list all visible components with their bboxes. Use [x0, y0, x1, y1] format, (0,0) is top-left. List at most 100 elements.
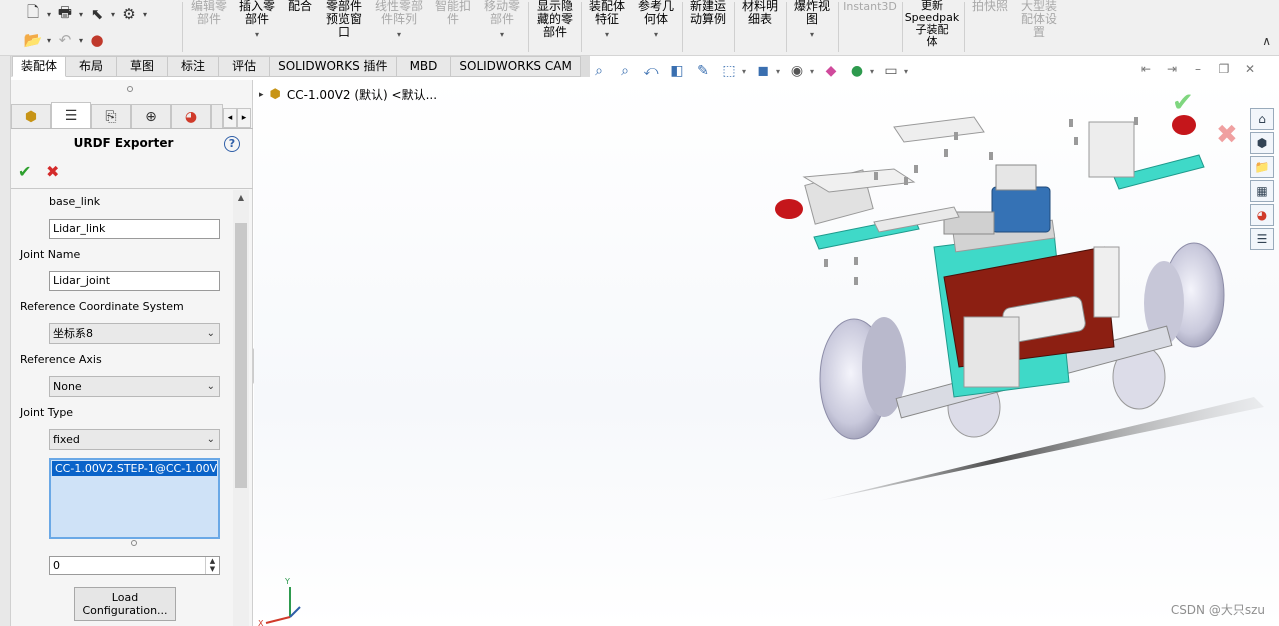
assembly-features-button[interactable]: 装配体 特征 ▾ [585, 0, 629, 54]
chevron-down-icon[interactable]: ▾ [742, 67, 750, 76]
options-gear-icon[interactable]: ⚙ [118, 4, 140, 24]
chevron-down-icon[interactable]: ▾ [904, 67, 912, 76]
chevron-down-icon[interactable]: ▾ [140, 10, 150, 19]
close-icon[interactable]: ✕ [1241, 62, 1259, 80]
collapse-left-icon[interactable]: ⇤ [1137, 62, 1155, 80]
chevron-down-icon[interactable]: ▾ [44, 36, 54, 45]
reference-axis-label: Reference Axis [20, 353, 102, 366]
chevron-down-icon[interactable]: ▾ [776, 67, 784, 76]
chevron-down-icon[interactable]: ▾ [44, 10, 54, 19]
chevron-down-icon[interactable]: ▾ [870, 67, 878, 76]
chevron-down-icon[interactable]: ▾ [605, 28, 609, 41]
confirm-corner-check-icon[interactable]: ✔ [1172, 88, 1194, 118]
print-icon[interactable]: 🖶 [54, 3, 76, 24]
cancel-x-icon[interactable]: ✖ [46, 162, 59, 181]
tab-markup[interactable]: 标注 [168, 56, 220, 77]
large-assembly-settings-button[interactable]: 大型装 配体设 置 [1016, 0, 1062, 54]
feature-manager-tab[interactable]: ⬢ [11, 104, 51, 128]
joint-name-field[interactable]: Lidar_joint [49, 271, 220, 291]
home-icon[interactable]: ⌂ [1250, 108, 1274, 130]
take-snapshot-button[interactable]: 拍快照 [968, 0, 1012, 54]
reference-geometry-button[interactable]: 参考几 何体 ▾ [634, 0, 678, 54]
chevron-down-icon[interactable]: ▾ [76, 36, 86, 45]
chevron-down-icon[interactable]: ▾ [76, 10, 86, 19]
scrollbar-thumb[interactable] [235, 223, 247, 488]
tab-addins[interactable]: SOLIDWORKS 插件 [270, 56, 397, 77]
collapse-ribbon-icon[interactable]: ∧ [1262, 34, 1271, 48]
tab-assembly[interactable]: 装配体 [12, 56, 67, 77]
new-motion-study-button[interactable]: 新建运 动算例 [686, 0, 730, 54]
reference-coordinate-label: Reference Coordinate System [20, 300, 184, 313]
select-value: None [53, 380, 82, 393]
insert-component-button[interactable]: 插入零 部件 ▾ [236, 0, 278, 54]
button-label: 插入零 部件 [238, 0, 275, 26]
undo-icon[interactable]: ↶ [54, 30, 76, 50]
tab-evaluate[interactable]: 评估 [219, 56, 271, 77]
edit-component-button[interactable]: 编辑零 部件 [188, 0, 230, 54]
load-configuration-button[interactable]: Load Configuration... [74, 587, 176, 621]
appearances-icon[interactable]: ◕ [1250, 204, 1274, 226]
robot-model-render[interactable]: ✔ ✖ Y X [254, 77, 1279, 626]
design-library-icon[interactable]: ⬢ [1250, 132, 1274, 154]
open-file-icon[interactable]: 📂 [22, 30, 44, 50]
chevron-down-icon[interactable]: ▾ [108, 10, 118, 19]
button-label: 编辑零 部件 [190, 0, 227, 26]
tab-mbd[interactable]: MBD [396, 56, 452, 77]
tab-scroll-left[interactable]: ◂ [223, 108, 237, 128]
panel-drag-handle[interactable] [127, 86, 133, 92]
parent-link-label: base_link [49, 195, 101, 208]
new-document-icon[interactable]: 🗋 [22, 3, 44, 24]
graphics-area[interactable]: ▸ ⬢ CC-1.00V2 (默认) <默认... ✔ ✖ Y X CSDN @… [254, 77, 1279, 626]
chevron-down-icon[interactable]: ▾ [397, 28, 401, 41]
chevron-down-icon[interactable]: ▾ [654, 28, 658, 41]
minimize-icon[interactable]: – [1189, 62, 1207, 80]
more-tabs[interactable] [211, 104, 223, 128]
link-components-listbox[interactable]: CC-1.00V2.STEP-1@CC-1.00V2/C [49, 458, 220, 539]
smart-fasteners-button[interactable]: 智能扣 件 [432, 0, 474, 54]
linear-pattern-button[interactable]: 线性零部 件阵列 ▾ [372, 0, 426, 54]
chevron-down-icon[interactable]: ▾ [500, 28, 504, 41]
component-preview-button[interactable]: 零部件 预览窗 口 [322, 0, 366, 54]
help-icon[interactable]: ? [224, 136, 240, 152]
chevron-down-icon: ⌄ [206, 434, 215, 445]
dimxpert-manager-tab[interactable]: ⊕ [131, 104, 171, 128]
reference-coordinate-select[interactable]: 坐标系8 ⌄ [49, 323, 220, 344]
spinner-arrows-icon[interactable]: ▲ ▼ [205, 557, 219, 574]
button-label: 移动零 部件 [483, 0, 520, 26]
tab-layout[interactable]: 布局 [66, 56, 118, 77]
instant3d-button[interactable]: Instant3D [842, 0, 898, 54]
scroll-up-arrow-icon[interactable]: ▲ [233, 190, 249, 206]
restore-icon[interactable]: ❐ [1215, 62, 1233, 80]
link-name-field[interactable]: Lidar_link [49, 219, 220, 239]
tab-sketch[interactable]: 草图 [117, 56, 169, 77]
listbox-resize-handle[interactable] [131, 540, 137, 546]
traffic-light-icon[interactable]: ● [86, 30, 108, 50]
panel-scrollbar[interactable]: ▲ [233, 190, 249, 626]
show-hidden-components-button[interactable]: 显示隐 藏的零 部件 [533, 0, 577, 54]
expand-right-icon[interactable]: ⇥ [1163, 62, 1181, 80]
mate-button[interactable]: 配合 [284, 0, 316, 54]
reference-axis-select[interactable]: None ⌄ [49, 376, 220, 397]
tab-cam[interactable]: SOLIDWORKS CAM [451, 56, 581, 77]
exploded-view-button[interactable]: 爆炸视 图 ▾ [790, 0, 834, 54]
list-item[interactable]: CC-1.00V2.STEP-1@CC-1.00V2/C [52, 461, 217, 476]
bill-of-materials-button[interactable]: 材料明 细表 [738, 0, 782, 54]
ok-check-icon[interactable]: ✔ [18, 162, 31, 181]
configuration-manager-tab[interactable]: ⎘ [91, 104, 131, 128]
file-explorer-icon[interactable]: 📁 [1250, 156, 1274, 178]
joint-type-select[interactable]: fixed ⌄ [49, 429, 220, 450]
select-cursor-icon[interactable]: ⬉ [86, 4, 108, 24]
property-manager-tab[interactable]: ☰ [51, 102, 91, 128]
chevron-down-icon[interactable]: ▾ [255, 28, 259, 41]
button-label: 装配体 特征 [588, 0, 625, 26]
chevron-down-icon[interactable]: ▾ [810, 28, 814, 41]
update-speedpak-button[interactable]: 更新 Speedpak 子装配 体 [904, 0, 960, 54]
custom-properties-icon[interactable]: ☰ [1250, 228, 1274, 250]
display-manager-tab[interactable]: ◕ [171, 104, 211, 128]
confirm-corner-cancel-icon[interactable]: ✖ [1216, 120, 1238, 150]
chevron-down-icon[interactable]: ▾ [810, 67, 818, 76]
number-spinner[interactable]: 0 ▲ ▼ [49, 556, 220, 575]
move-component-button[interactable]: 移动零 部件 ▾ [480, 0, 524, 54]
view-palette-icon[interactable]: ▦ [1250, 180, 1274, 202]
tab-scroll-right[interactable]: ▸ [237, 108, 251, 128]
